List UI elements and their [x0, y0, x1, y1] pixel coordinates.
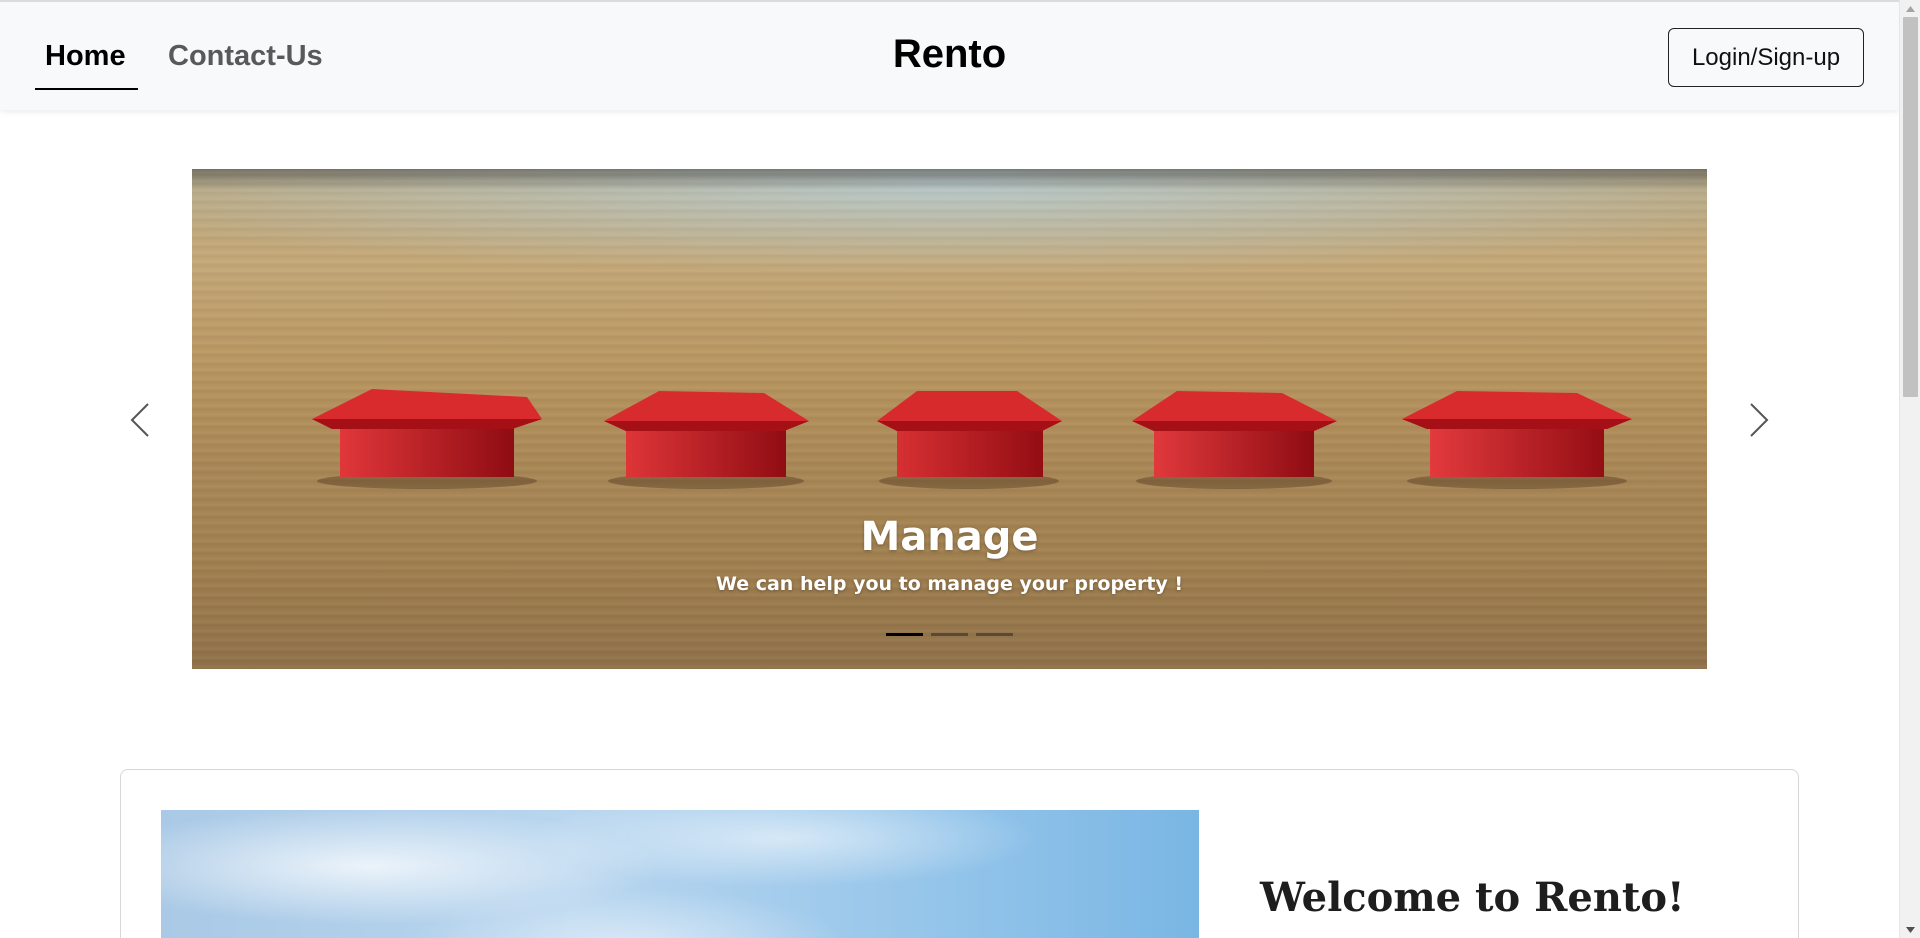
top-navbar: Home Contact-Us Rento Login/Sign-up	[0, 0, 1899, 110]
carousel-indicators	[192, 633, 1707, 636]
scroll-up-button[interactable]	[1900, 0, 1920, 17]
carousel-caption-title: Manage	[860, 514, 1039, 560]
hero-carousel: Manage We can help you to manage your pr…	[192, 169, 1707, 669]
welcome-image	[161, 810, 1199, 938]
carousel-indicator-3[interactable]	[976, 633, 1013, 636]
carousel-indicator-1[interactable]	[886, 633, 923, 636]
welcome-card: Welcome to Rento!	[120, 769, 1799, 938]
house-figure	[312, 389, 542, 489]
house-figure	[1402, 391, 1632, 489]
house-figure	[604, 391, 809, 489]
carousel-slide-image: Manage We can help you to manage your pr…	[192, 169, 1707, 669]
carousel-prev-button[interactable]	[122, 400, 162, 440]
scroll-down-button[interactable]	[1900, 921, 1920, 938]
welcome-title: Welcome to Rento!	[1260, 874, 1685, 921]
page-scrollbar[interactable]	[1899, 0, 1920, 938]
active-nav-underline	[35, 88, 138, 90]
caret-down-icon	[1906, 926, 1915, 933]
nav-link-contact[interactable]: Contact-Us	[168, 40, 323, 73]
house-figure	[877, 391, 1062, 489]
chevron-right-icon	[1750, 403, 1769, 437]
carousel-next-button[interactable]	[1737, 400, 1777, 440]
login-signup-button[interactable]: Login/Sign-up	[1668, 28, 1864, 87]
carousel-caption-text: We can help you to manage your property …	[715, 573, 1184, 595]
chevron-left-icon	[130, 403, 149, 437]
nav-link-home[interactable]: Home	[45, 40, 126, 73]
scroll-thumb[interactable]	[1903, 17, 1918, 397]
house-figure	[1132, 391, 1337, 489]
caret-up-icon	[1906, 5, 1915, 12]
carousel-indicator-2[interactable]	[931, 633, 968, 636]
